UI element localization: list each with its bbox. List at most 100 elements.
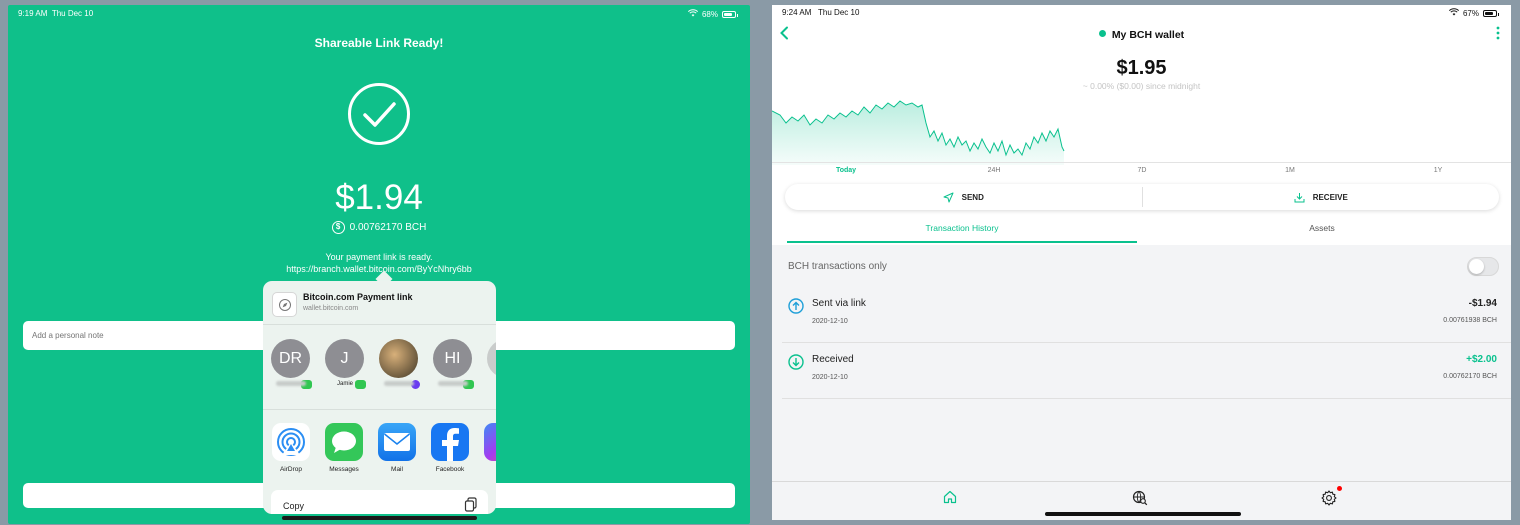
home-indicator[interactable] — [1045, 512, 1241, 516]
app-name: Me — [484, 466, 496, 473]
transaction-date: 2020-12-10 — [812, 318, 848, 325]
person-contact[interactable]: C — [487, 339, 496, 389]
checkmark-circle-icon — [348, 83, 410, 145]
messages-badge-icon — [354, 379, 367, 390]
transaction-bch: 0.00762170 BCH — [1443, 373, 1497, 380]
avatar — [487, 339, 496, 378]
app-facebook[interactable]: Facebook — [431, 423, 469, 473]
payment-link-info: Your payment link is ready. https://bran… — [8, 251, 750, 275]
messages-icon — [325, 423, 363, 461]
range-1y[interactable]: 1Y — [1434, 167, 1443, 174]
mail-icon — [378, 423, 416, 461]
person-contact[interactable] — [379, 339, 421, 390]
tab-transaction-history[interactable]: Transaction History — [926, 223, 999, 233]
share-title: Bitcoin.com Payment link — [303, 292, 413, 302]
status-bar: 9:19 AM Thu Dec 10 68% — [18, 9, 738, 23]
range-1m[interactable]: 1M — [1285, 167, 1295, 174]
app-name: Messages — [329, 466, 359, 473]
app-messages[interactable]: Messages — [325, 423, 363, 473]
home-indicator[interactable] — [282, 516, 477, 520]
share-people-row: DR J Jamie HI C — [271, 339, 496, 390]
balance-change: ~ 0.00% ($0.00) since midnight — [1082, 81, 1201, 91]
transaction-row[interactable]: Received 2020-12-10 +$2.00 0.00762170 BC… — [782, 343, 1511, 399]
person-contact[interactable]: HI — [433, 339, 475, 390]
send-label: SEND — [961, 192, 984, 202]
copy-action[interactable]: Copy — [271, 490, 488, 514]
wallet-title: My BCH wallet — [772, 29, 1511, 41]
avatar: DR — [271, 339, 310, 378]
share-apps-row: AirDrop Messages Mail Facebook — [272, 423, 496, 473]
app-messenger[interactable]: Me — [484, 423, 496, 473]
bch-coin-icon: $ — [331, 221, 345, 234]
send-icon — [943, 192, 954, 202]
tab-assets[interactable]: Assets — [1309, 223, 1335, 233]
app-name: AirDrop — [279, 466, 303, 473]
app-name: Mail — [391, 466, 403, 473]
bch-only-label: BCH transactions only — [788, 261, 887, 272]
receive-icon — [1294, 192, 1305, 202]
bch-only-toggle[interactable] — [1467, 257, 1499, 276]
bch-dot-icon — [1098, 30, 1106, 37]
avatar-photo — [379, 339, 418, 378]
share-subtitle: wallet.bitcoin.com — [303, 305, 359, 312]
avatar: J — [325, 339, 364, 378]
page-title: Shareable Link Ready! — [314, 36, 444, 50]
send-receive-bar: SEND RECEIVE — [785, 184, 1499, 210]
transaction-row[interactable]: Sent via link 2020-12-10 -$1.94 0.007619… — [782, 287, 1511, 343]
receive-button[interactable]: RECEIVE — [1143, 184, 1500, 210]
compass-icon — [272, 292, 297, 317]
status-time: 9:19 AM — [18, 9, 48, 18]
receive-label: RECEIVE — [1312, 192, 1348, 202]
active-tab-underline — [787, 241, 1137, 243]
share-sheet-header: Bitcoin.com Payment link wallet.bitcoin.… — [263, 281, 496, 325]
transaction-date: 2020-12-10 — [812, 374, 848, 381]
wifi-icon — [1448, 8, 1460, 18]
wifi-icon — [687, 9, 699, 19]
settings-gear-icon[interactable] — [1321, 490, 1337, 506]
wallet-tabs: Transaction History Assets — [787, 223, 1497, 243]
explore-globe-icon[interactable] — [1132, 490, 1148, 506]
messenger-icon — [484, 423, 496, 461]
range-7d[interactable]: 7D — [1138, 167, 1147, 174]
battery-icon — [1483, 9, 1499, 17]
transaction-label: Received — [812, 354, 854, 365]
app-name: Facebook — [435, 466, 465, 473]
transaction-label: Sent via link — [812, 298, 866, 309]
share-link-screen: 9:19 AM Thu Dec 10 68% Shareable Link Re… — [8, 5, 750, 524]
person-contact[interactable]: DR — [271, 339, 313, 390]
battery-icon — [722, 10, 738, 18]
divider — [263, 409, 496, 410]
bch-amount: 0.00762170 BCH — [349, 222, 427, 233]
copy-label: Copy — [283, 501, 305, 511]
chart-baseline — [772, 162, 1511, 163]
send-button[interactable]: SEND — [785, 184, 1142, 210]
sent-arrow-up-icon — [788, 298, 804, 314]
battery-percent: 67% — [1462, 8, 1479, 18]
blurred-name — [384, 381, 414, 386]
price-chart[interactable] — [772, 93, 1072, 165]
blurred-name — [276, 381, 306, 386]
app-airdrop[interactable]: AirDrop — [272, 423, 310, 473]
wallet-name: My BCH wallet — [1111, 29, 1185, 41]
range-today[interactable]: Today — [836, 167, 856, 174]
wallet-screen: 9:24 AM Thu Dec 10 67% My BCH wallet $1.… — [772, 5, 1511, 520]
payment-link[interactable]: https://branch.wallet.bitcoin.com/ByYcNh… — [8, 263, 750, 275]
airdrop-icon — [272, 423, 310, 461]
wallet-balance: $1.95 — [1116, 57, 1167, 79]
facebook-icon — [431, 423, 469, 461]
app-mail[interactable]: Mail — [378, 423, 416, 473]
blurred-name — [438, 381, 468, 386]
share-sheet: Bitcoin.com Payment link wallet.bitcoin.… — [263, 281, 496, 514]
person-name: C — [487, 381, 496, 389]
more-options-icon[interactable] — [1496, 26, 1500, 40]
ready-text: Your payment link is ready. — [325, 252, 433, 262]
received-arrow-down-icon — [788, 354, 804, 370]
copy-icon — [464, 497, 477, 512]
home-icon[interactable] — [943, 490, 957, 504]
battery-percent: 68% — [701, 9, 718, 19]
avatar: HI — [433, 339, 472, 378]
transaction-amount: -$1.94 — [1468, 298, 1497, 309]
person-contact[interactable]: J Jamie — [325, 339, 367, 390]
range-24h[interactable]: 24H — [988, 167, 1001, 174]
status-date: Thu Dec 10 — [51, 9, 94, 18]
